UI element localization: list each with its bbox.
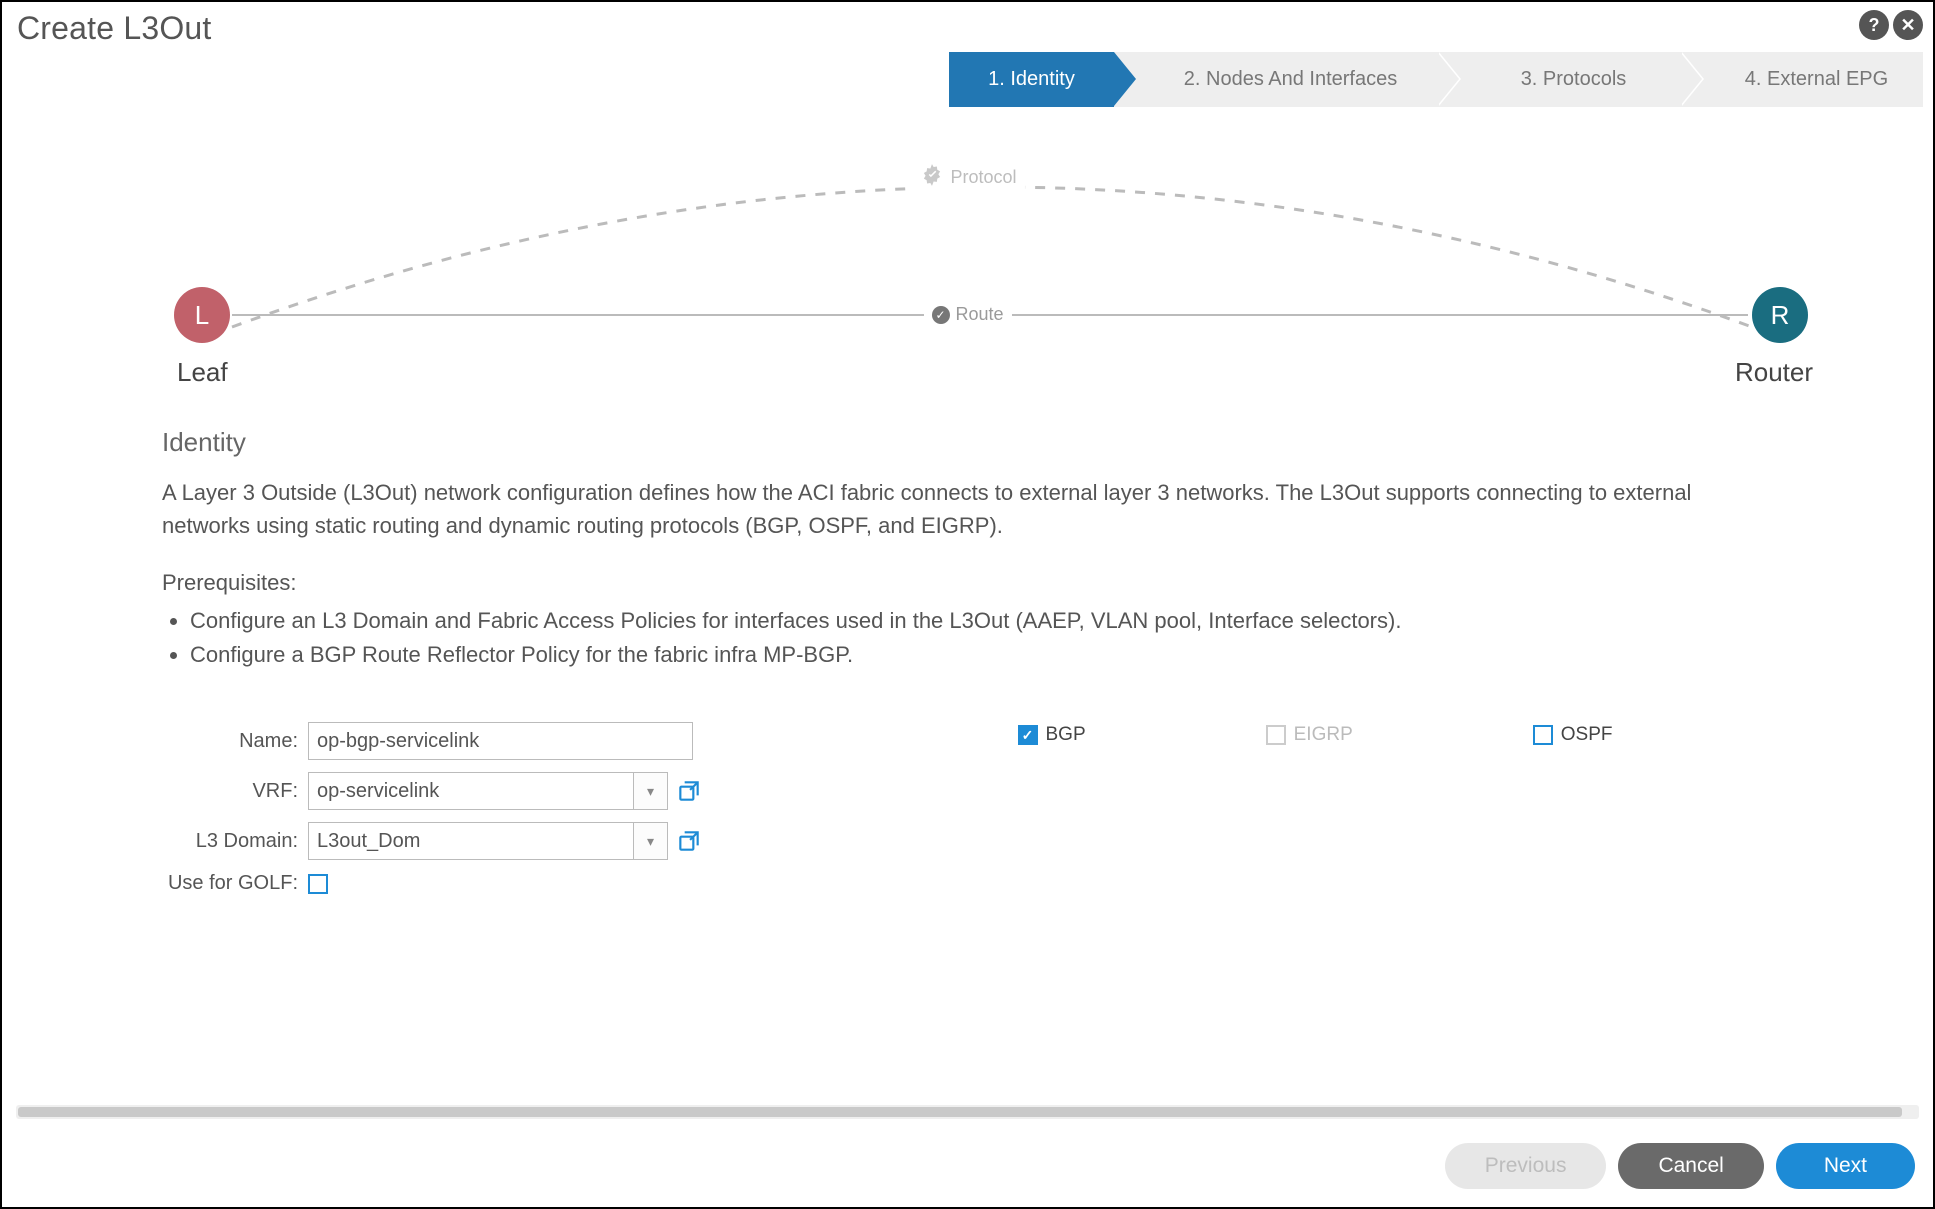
step-nodes-interfaces[interactable]: 2. Nodes And Interfaces xyxy=(1114,52,1437,107)
horizontal-scrollbar[interactable] xyxy=(16,1105,1919,1119)
popout-icon[interactable] xyxy=(676,828,702,854)
vrf-label: VRF: xyxy=(162,780,308,803)
identity-description: A Layer 3 Outside (L3Out) network config… xyxy=(162,476,1773,542)
bgp-checkbox[interactable]: BGP xyxy=(1018,724,1086,746)
previous-button: Previous xyxy=(1445,1143,1607,1189)
ospf-checkbox[interactable]: OSPF xyxy=(1533,724,1613,746)
checkbox-icon xyxy=(1266,725,1286,745)
next-button[interactable]: Next xyxy=(1776,1143,1915,1189)
checkbox-icon xyxy=(1018,725,1038,745)
protocol-badge: Protocol xyxy=(910,162,1024,193)
cancel-button[interactable]: Cancel xyxy=(1618,1143,1763,1189)
help-icon[interactable]: ? xyxy=(1859,10,1889,40)
checkbox-icon xyxy=(1533,725,1553,745)
golf-checkbox[interactable] xyxy=(308,874,328,894)
route-label: Route xyxy=(955,304,1003,325)
ospf-label: OSPF xyxy=(1561,724,1613,746)
list-item: Configure a BGP Route Reflector Policy f… xyxy=(190,638,1773,672)
prerequisites-title: Prerequisites: xyxy=(162,570,1773,596)
gear-icon xyxy=(918,162,944,193)
wizard-stepper: 1. Identity 2. Nodes And Interfaces 3. P… xyxy=(2,47,1933,137)
leaf-label: Leaf xyxy=(177,357,228,388)
list-item: Configure an L3 Domain and Fabric Access… xyxy=(190,604,1773,638)
scrollbar-thumb[interactable] xyxy=(18,1107,1902,1117)
check-icon: ✓ xyxy=(931,306,949,324)
name-input[interactable] xyxy=(308,722,693,760)
l3domain-select[interactable]: L3out_Dom xyxy=(308,822,634,860)
protocol-label: Protocol xyxy=(950,167,1016,188)
step-identity[interactable]: 1. Identity xyxy=(949,52,1114,107)
topology-diagram: L Leaf R Router ✓ Route Protocol xyxy=(82,137,1853,427)
eigrp-label: EIGRP xyxy=(1294,724,1353,746)
prerequisites-list: Configure an L3 Domain and Fabric Access… xyxy=(162,604,1773,672)
router-label: Router xyxy=(1735,357,1813,388)
route-badge: ✓ Route xyxy=(923,304,1011,325)
vrf-select[interactable]: op-servicelink xyxy=(308,772,634,810)
name-label: Name: xyxy=(162,730,308,753)
router-node: R xyxy=(1752,287,1808,343)
step-protocols[interactable]: 3. Protocols xyxy=(1437,52,1680,107)
dialog-title: Create L3Out xyxy=(17,10,212,47)
l3domain-label: L3 Domain: xyxy=(162,830,308,853)
bgp-label: BGP xyxy=(1046,724,1086,746)
golf-label: Use for GOLF: xyxy=(162,872,308,895)
identity-section-title: Identity xyxy=(162,427,1773,458)
chevron-down-icon[interactable]: ▾ xyxy=(634,772,668,810)
step-external-epg[interactable]: 4. External EPG xyxy=(1680,52,1923,107)
leaf-node: L xyxy=(174,287,230,343)
eigrp-checkbox: EIGRP xyxy=(1266,724,1353,746)
chevron-down-icon[interactable]: ▾ xyxy=(634,822,668,860)
close-icon[interactable]: ✕ xyxy=(1893,10,1923,40)
popout-icon[interactable] xyxy=(676,778,702,804)
